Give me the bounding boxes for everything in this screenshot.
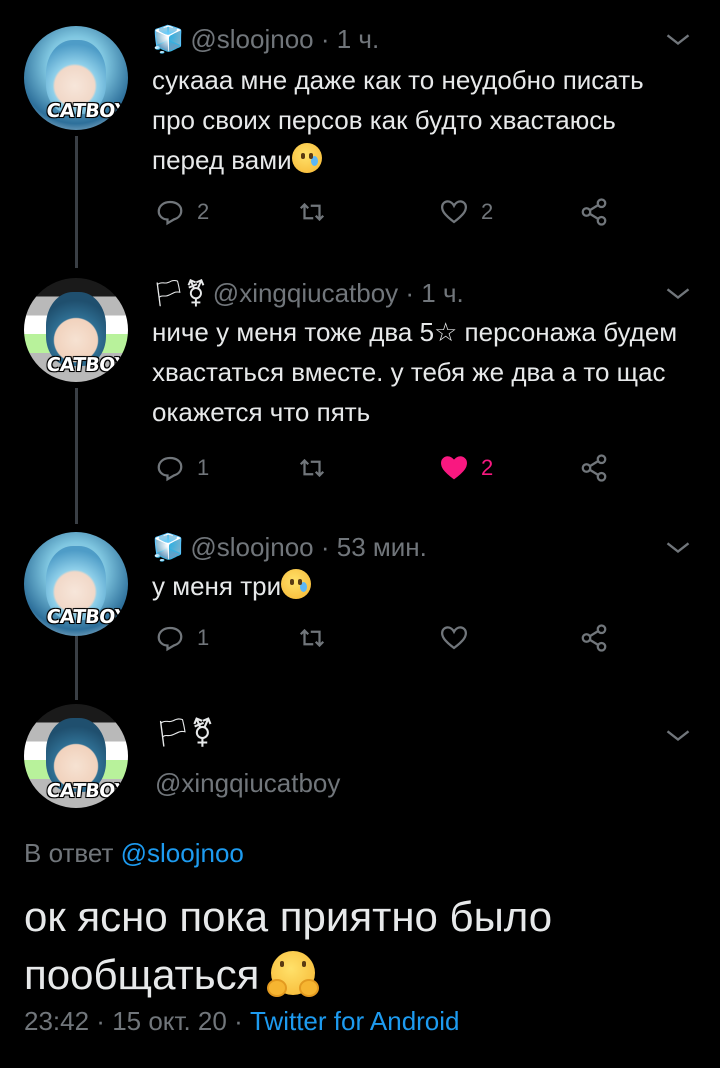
tweet-text: сукааа мне даже как то неудобно писать п… bbox=[152, 60, 680, 180]
tweet-text-content: сукааа мне даже как то неудобно писать п… bbox=[152, 65, 644, 175]
avatar[interactable]: CATBOY bbox=[24, 26, 128, 130]
like-count: 2 bbox=[481, 199, 494, 224]
retweet-button[interactable] bbox=[297, 196, 327, 228]
share-button[interactable] bbox=[579, 452, 609, 484]
tweet-meta: 🧊 @sloojnoo · 53 мин. bbox=[152, 532, 427, 562]
heart-icon bbox=[440, 200, 468, 224]
retweet-icon bbox=[299, 202, 325, 222]
tweet-meta: 🧊 @sloojnoo · 1 ч. bbox=[152, 24, 380, 54]
like-button[interactable] bbox=[439, 622, 469, 654]
reply-count: 1 bbox=[197, 625, 210, 650]
tweet[interactable]: CATBOY 🧊 @sloojnoo · 1 ч. сукааа мне даже… bbox=[0, 0, 720, 270]
heart-icon bbox=[440, 456, 468, 480]
profile-flags: 🧊 bbox=[152, 532, 185, 562]
tweet-actions: 2 2 bbox=[155, 196, 635, 228]
retweet-button[interactable] bbox=[297, 622, 327, 654]
reply-button[interactable]: 1 bbox=[155, 622, 209, 654]
sad-tear-emoji-icon bbox=[291, 143, 322, 173]
user-handle[interactable]: @xingqiucatboy bbox=[213, 278, 398, 308]
tweet-text: у меня три bbox=[152, 566, 680, 606]
avatar[interactable]: CATBOY bbox=[24, 278, 128, 382]
reply-button[interactable]: 2 bbox=[155, 196, 209, 228]
heart-icon bbox=[440, 626, 468, 650]
reply-count: 1 bbox=[197, 455, 210, 480]
share-icon bbox=[581, 454, 607, 482]
tweet-actions: 1 2 bbox=[155, 452, 635, 484]
replying-prefix: В ответ bbox=[24, 838, 114, 868]
chevron-down-icon[interactable] bbox=[664, 280, 692, 308]
like-button[interactable]: 2 bbox=[439, 452, 493, 484]
profile-flags: 🏳⚧ bbox=[152, 278, 207, 308]
tweet-actions: 1 bbox=[155, 622, 635, 654]
retweet-icon bbox=[299, 628, 325, 648]
main-tweet-text: ок ясно пока приятно было пообщаться bbox=[24, 888, 704, 1004]
tweet-text: ниче у меня тоже два 5☆ персонажа будем … bbox=[152, 317, 678, 427]
like-button[interactable]: 2 bbox=[439, 196, 493, 228]
reply-icon bbox=[157, 456, 183, 482]
reply-icon bbox=[157, 626, 183, 652]
avatar[interactable]: CATBOY bbox=[24, 532, 128, 636]
tweet-meta: 🏳⚧ @xingqiucatboy · 1 ч. bbox=[152, 278, 464, 308]
share-icon bbox=[581, 198, 607, 226]
tweet[interactable]: CATBOY 🏳⚧ @xingqiucatboy · 1 ч. ниче у ме… bbox=[0, 270, 720, 522]
replying-to: В ответ @sloojnoo bbox=[24, 838, 244, 869]
tweet-text-content: у меня три bbox=[152, 571, 282, 601]
tweet-time[interactable]: 53 мин. bbox=[337, 532, 427, 562]
chevron-down-icon[interactable] bbox=[664, 534, 692, 562]
user-handle[interactable]: @sloojnoo bbox=[190, 24, 313, 54]
tweet-time[interactable]: 1 ч. bbox=[421, 278, 463, 308]
profile-flags: 🏳⚧ bbox=[155, 717, 215, 748]
chevron-down-icon[interactable] bbox=[664, 722, 692, 750]
retweet-button[interactable] bbox=[297, 452, 327, 484]
avatar-badge: CATBOY bbox=[45, 100, 128, 122]
tweet-timestamp: 23:42 bbox=[24, 1006, 90, 1036]
avatar-badge: CATBOY bbox=[45, 606, 128, 628]
tweet-source-link[interactable]: Twitter for Android bbox=[250, 1006, 460, 1036]
tweet-footer: 23:42 · 15 окт. 20 · Twitter for Android bbox=[24, 1006, 460, 1036]
like-count: 2 bbox=[481, 455, 494, 480]
avatar-badge: CATBOY bbox=[45, 354, 128, 376]
tweet[interactable]: CATBOY 🧊 @sloojnoo · 53 мин. у меня три 1 bbox=[0, 522, 720, 692]
tweet-date: 15 окт. 20 bbox=[112, 1006, 227, 1036]
tweet-time[interactable]: 1 ч. bbox=[337, 24, 379, 54]
profile-flags: 🧊 bbox=[152, 24, 185, 54]
avatar-badge: CATBOY bbox=[45, 780, 128, 802]
replying-mention-link[interactable]: @sloojnoo bbox=[121, 838, 244, 868]
reply-count: 2 bbox=[197, 199, 210, 224]
reply-icon bbox=[157, 200, 183, 226]
chevron-down-icon[interactable] bbox=[664, 26, 692, 54]
hugging-face-emoji-icon bbox=[267, 951, 320, 997]
share-button[interactable] bbox=[579, 622, 609, 654]
user-handle[interactable]: @sloojnoo bbox=[190, 532, 313, 562]
sad-tear-emoji-icon bbox=[281, 569, 312, 599]
user-handle[interactable]: @xingqiucatboy bbox=[155, 768, 340, 799]
reply-button[interactable]: 1 bbox=[155, 452, 209, 484]
retweet-icon bbox=[299, 458, 325, 478]
share-button[interactable] bbox=[579, 196, 609, 228]
share-icon bbox=[581, 624, 607, 652]
avatar[interactable]: CATBOY bbox=[24, 704, 128, 808]
